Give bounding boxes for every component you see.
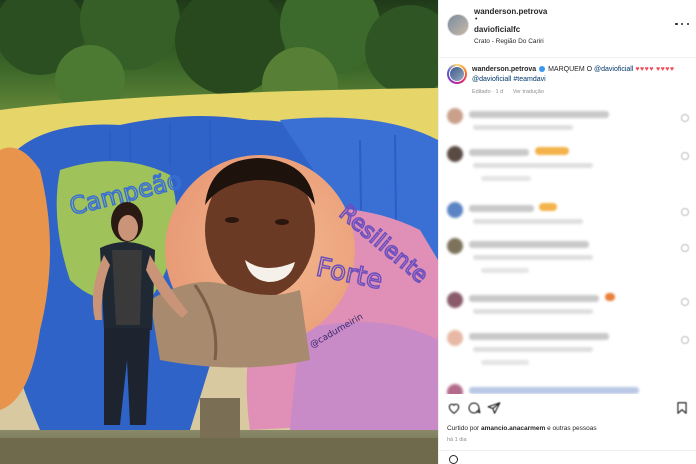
caption-mention-2[interactable]: @davioficiall bbox=[472, 76, 511, 83]
add-comment-bar[interactable] bbox=[439, 450, 696, 464]
post-actions bbox=[439, 396, 696, 420]
post-caption: wanderson.petrova MARQUEM O @davioficial… bbox=[439, 58, 696, 102]
list-item bbox=[439, 108, 696, 148]
list-item bbox=[439, 202, 696, 242]
caption-body: MARQUEM O bbox=[548, 66, 593, 73]
post-location[interactable]: Crato - Região Do Cariri bbox=[474, 38, 544, 45]
likes-summary: Curtido por amancio.anacarmem e outras p… bbox=[447, 425, 597, 432]
post-date[interactable]: há 1 dia bbox=[447, 437, 467, 443]
collab-username[interactable]: davioficialfc bbox=[474, 25, 520, 34]
caption-hashtag[interactable]: #teamdavi bbox=[513, 76, 545, 83]
caption-username[interactable]: wanderson.petrova bbox=[472, 66, 536, 73]
mural-image: Campeão Resiliente Forte @cadumeirin bbox=[0, 0, 438, 464]
author-avatar[interactable] bbox=[447, 14, 469, 36]
likes-prefix: Curtido por bbox=[447, 425, 480, 432]
verified-icon bbox=[539, 66, 546, 73]
list-item bbox=[439, 146, 696, 186]
caption-meta: Editado · 1 d Ver tradução bbox=[472, 89, 544, 95]
see-translation-link[interactable]: Ver tradução bbox=[513, 89, 544, 95]
list-item bbox=[439, 292, 696, 332]
heart-icon[interactable] bbox=[447, 401, 461, 415]
list-item bbox=[439, 238, 696, 278]
emoji-icon[interactable] bbox=[449, 455, 458, 464]
caption-avatar[interactable] bbox=[447, 64, 467, 84]
post-header: wanderson.petrova • davioficialfc Crato … bbox=[439, 0, 696, 58]
caption-edited: Editado · 1 d bbox=[472, 89, 504, 95]
author-username[interactable]: wanderson.petrova bbox=[474, 7, 547, 16]
post-sidebar: wanderson.petrova • davioficialfc Crato … bbox=[438, 0, 696, 464]
hearts-emoji-2: ♥♥♥♥ bbox=[655, 66, 675, 73]
comment-icon[interactable] bbox=[467, 401, 481, 415]
bookmark-icon[interactable] bbox=[675, 401, 689, 415]
caption-mention-1[interactable]: @davioficiall bbox=[594, 66, 633, 73]
share-icon[interactable] bbox=[487, 401, 501, 415]
list-item bbox=[439, 384, 696, 394]
caption-text: wanderson.petrova MARQUEM O @davioficial… bbox=[472, 65, 690, 85]
hearts-emoji-1: ♥♥♥♥ bbox=[635, 66, 654, 73]
separator-dot: • bbox=[475, 16, 478, 23]
likes-user[interactable]: amancio.anacarmem bbox=[481, 425, 545, 432]
list-item bbox=[439, 330, 696, 370]
more-options-icon[interactable] bbox=[675, 20, 689, 28]
likes-suffix[interactable]: e outras pessoas bbox=[547, 425, 597, 432]
comments-list[interactable] bbox=[439, 104, 696, 394]
post-photo[interactable]: Campeão Resiliente Forte @cadumeirin bbox=[0, 0, 438, 464]
